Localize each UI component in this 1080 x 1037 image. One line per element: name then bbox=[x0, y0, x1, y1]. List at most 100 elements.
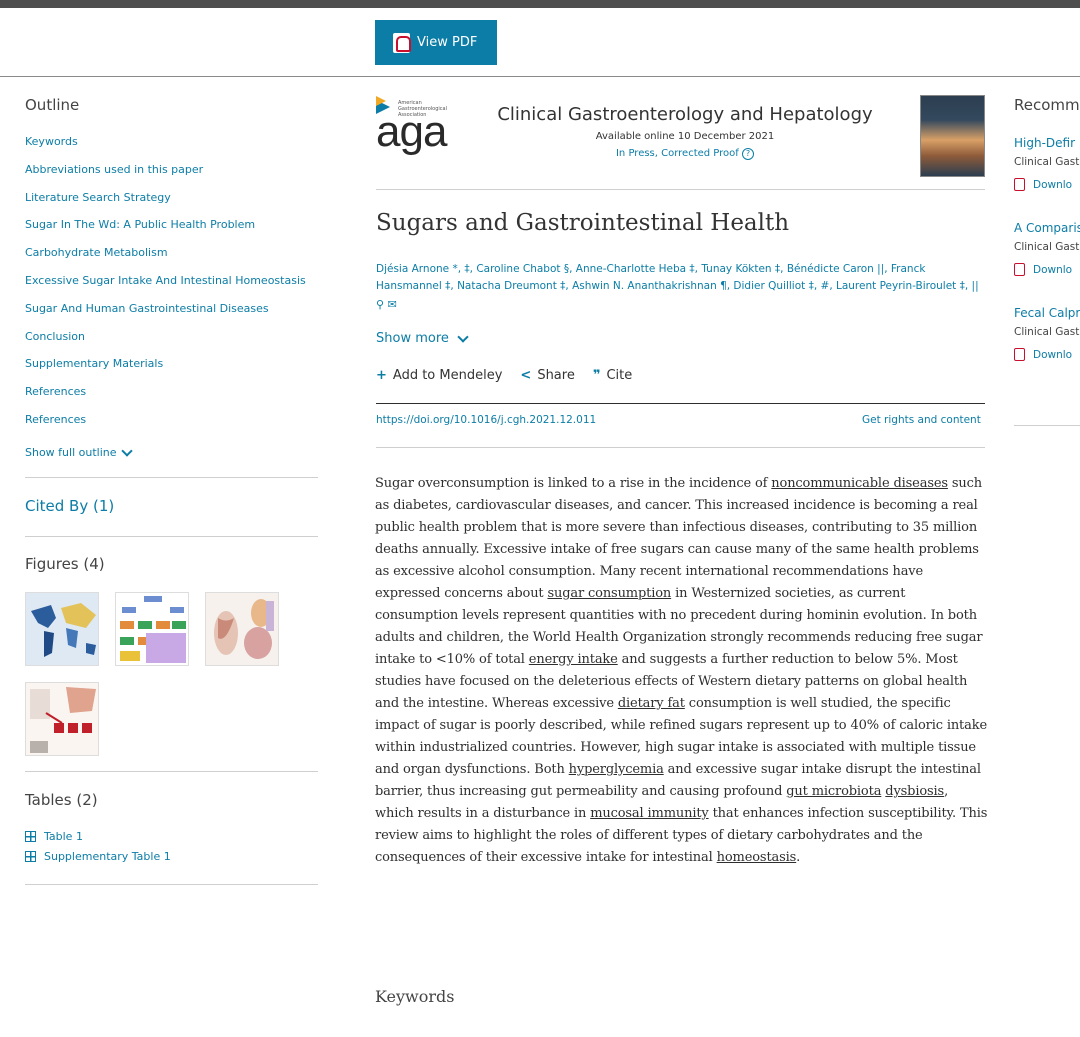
term-link[interactable]: dysbiosis bbox=[885, 784, 944, 799]
view-pdf-label: View PDF bbox=[417, 35, 478, 50]
term-link[interactable]: hyperglycemia bbox=[569, 762, 664, 777]
divider bbox=[25, 771, 318, 772]
journal-cover-image[interactable] bbox=[920, 95, 985, 177]
cited-by-link[interactable]: Cited By (1) bbox=[25, 497, 114, 515]
outline-item[interactable]: Conclusion bbox=[25, 329, 325, 357]
download-pdf-button[interactable]: Downlo bbox=[1014, 263, 1080, 276]
chevron-down-icon bbox=[457, 330, 469, 343]
recommended-article-title[interactable]: High-Defir bbox=[1014, 136, 1079, 150]
top-bar bbox=[0, 0, 1080, 8]
pdf-icon bbox=[1014, 263, 1025, 276]
divider bbox=[25, 884, 318, 885]
table-link-2[interactable]: Supplementary Table 1 bbox=[25, 850, 171, 863]
outline-list: Keywords Abbreviations used in this pape… bbox=[25, 134, 325, 440]
download-label: Downlo bbox=[1033, 178, 1073, 191]
article-title: Sugars and Gastrointestinal Health bbox=[376, 210, 790, 236]
recommended-article: High-Defir Clinical Gast Downlo bbox=[1014, 136, 1079, 191]
show-full-outline-button[interactable]: Show full outline bbox=[25, 444, 133, 459]
person-icon[interactable]: ⚲ bbox=[376, 298, 384, 311]
add-to-mendeley-label: Add to Mendeley bbox=[392, 368, 503, 383]
aga-logo[interactable]: American Gastroenterological Association… bbox=[376, 96, 456, 156]
help-icon[interactable]: ? bbox=[742, 148, 754, 160]
divider bbox=[376, 447, 985, 448]
download-pdf-button[interactable]: Downlo bbox=[1014, 178, 1079, 191]
keywords-heading: Keywords bbox=[375, 987, 455, 1006]
term-link[interactable]: dietary fat bbox=[618, 696, 685, 711]
add-to-mendeley-button[interactable]: + Add to Mendeley bbox=[376, 368, 502, 383]
recommended-article-journal: Clinical Gast bbox=[1014, 156, 1080, 168]
recommended-article-title[interactable]: A Comparis bbox=[1014, 221, 1080, 235]
divider bbox=[1014, 425, 1080, 426]
doi-link[interactable]: https://doi.org/10.1016/j.cgh.2021.12.01… bbox=[376, 414, 596, 426]
outline-item[interactable]: Literature Search Strategy bbox=[25, 190, 325, 218]
authors-text[interactable]: Djésia Arnone *, ‡, Caroline Chabot §, A… bbox=[376, 263, 979, 292]
author-list: Djésia Arnone *, ‡, Caroline Chabot §, A… bbox=[376, 261, 988, 313]
term-link[interactable]: mucosal immunity bbox=[590, 806, 709, 821]
download-pdf-button[interactable]: Downlo bbox=[1014, 348, 1080, 361]
download-label: Downlo bbox=[1033, 348, 1073, 361]
show-more-label: Show more bbox=[376, 331, 449, 346]
figure-thumbnail-4[interactable] bbox=[25, 682, 99, 756]
journal-name[interactable]: Clinical Gastroenterology and Hepatology bbox=[470, 104, 900, 125]
quote-icon: ❞ bbox=[592, 368, 601, 383]
view-pdf-button[interactable]: View PDF bbox=[375, 20, 497, 65]
abstract-text: Sugar overconsumption is linked to a ris… bbox=[375, 476, 988, 865]
recommended-article: A Comparis Clinical Gast Downlo bbox=[1014, 221, 1080, 276]
term-link[interactable]: homeostasis bbox=[717, 850, 797, 865]
pdf-icon bbox=[1014, 178, 1025, 191]
aga-logo-mark-accent-icon bbox=[376, 96, 386, 106]
figures-title: Figures (4) bbox=[25, 555, 105, 573]
article-status-label: In Press, Corrected Proof bbox=[615, 148, 739, 159]
aga-logo-text: aga bbox=[376, 107, 447, 156]
divider bbox=[25, 536, 318, 537]
show-more-button[interactable]: Show more bbox=[376, 330, 469, 346]
term-link[interactable]: gut microbiota bbox=[786, 784, 881, 799]
share-button[interactable]: < Share bbox=[520, 368, 574, 383]
figure-thumbnail-2[interactable] bbox=[115, 592, 189, 666]
outline-item[interactable]: Abbreviations used in this paper bbox=[25, 162, 325, 190]
pdf-icon bbox=[1014, 348, 1025, 361]
table-link-label: Table 1 bbox=[44, 830, 83, 843]
share-icon: < bbox=[520, 368, 532, 383]
term-link[interactable]: sugar consumption bbox=[547, 586, 671, 601]
table-link-1[interactable]: Table 1 bbox=[25, 830, 83, 843]
toolbar: View PDF bbox=[0, 8, 1080, 77]
share-label: Share bbox=[537, 368, 575, 383]
outline-item[interactable]: Sugar In The Wd: A Public Health Problem bbox=[25, 217, 325, 245]
available-online: Available online 10 December 2021 bbox=[595, 131, 775, 142]
table-icon bbox=[25, 831, 36, 842]
recommended-article-journal: Clinical Gast bbox=[1014, 326, 1080, 338]
recommended-title: Recomm bbox=[1014, 96, 1080, 114]
term-link[interactable]: energy intake bbox=[529, 652, 618, 667]
mechanism-thumbnail bbox=[26, 683, 98, 755]
table-link-label: Supplementary Table 1 bbox=[44, 850, 171, 863]
world-map-thumbnail bbox=[26, 593, 98, 665]
article-actions: + Add to Mendeley < Share ❞ Cite bbox=[376, 368, 632, 383]
cite-button[interactable]: ❞ Cite bbox=[593, 368, 632, 383]
author-icons: ⚲ ✉ bbox=[376, 296, 988, 313]
outline-item[interactable]: Carbohydrate Metabolism bbox=[25, 245, 325, 273]
outline-item[interactable]: Sugar And Human Gastrointestinal Disease… bbox=[25, 301, 325, 329]
flowchart-thumbnail bbox=[116, 593, 188, 665]
rights-link[interactable]: Get rights and content bbox=[862, 414, 981, 426]
article-status[interactable]: In Press, Corrected Proof ? bbox=[470, 148, 900, 160]
outline-item[interactable]: Keywords bbox=[25, 134, 325, 162]
cite-label: Cite bbox=[606, 368, 633, 383]
outline-item[interactable]: References bbox=[25, 384, 325, 412]
outline-item[interactable]: References bbox=[25, 412, 325, 440]
table-icon bbox=[25, 851, 36, 862]
divider bbox=[376, 403, 985, 404]
chevron-down-icon bbox=[120, 444, 133, 457]
email-icon[interactable]: ✉ bbox=[388, 298, 397, 311]
pdf-icon bbox=[393, 32, 411, 53]
outline-item[interactable]: Supplementary Materials bbox=[25, 356, 325, 384]
recommended-article-journal: Clinical Gast bbox=[1014, 241, 1080, 253]
term-link[interactable]: noncommunicable diseases bbox=[771, 476, 948, 491]
recommended-article: Fecal Calpr Clinical Gast Downlo bbox=[1014, 306, 1080, 361]
figure-thumbnail-3[interactable] bbox=[205, 592, 279, 666]
figure-thumbnail-1[interactable] bbox=[25, 592, 99, 666]
recommended-article-title[interactable]: Fecal Calpr bbox=[1014, 306, 1080, 320]
outline-item[interactable]: Excessive Sugar Intake And Intestinal Ho… bbox=[25, 273, 325, 301]
outline-title: Outline bbox=[25, 96, 80, 114]
tables-title: Tables (2) bbox=[25, 791, 98, 809]
